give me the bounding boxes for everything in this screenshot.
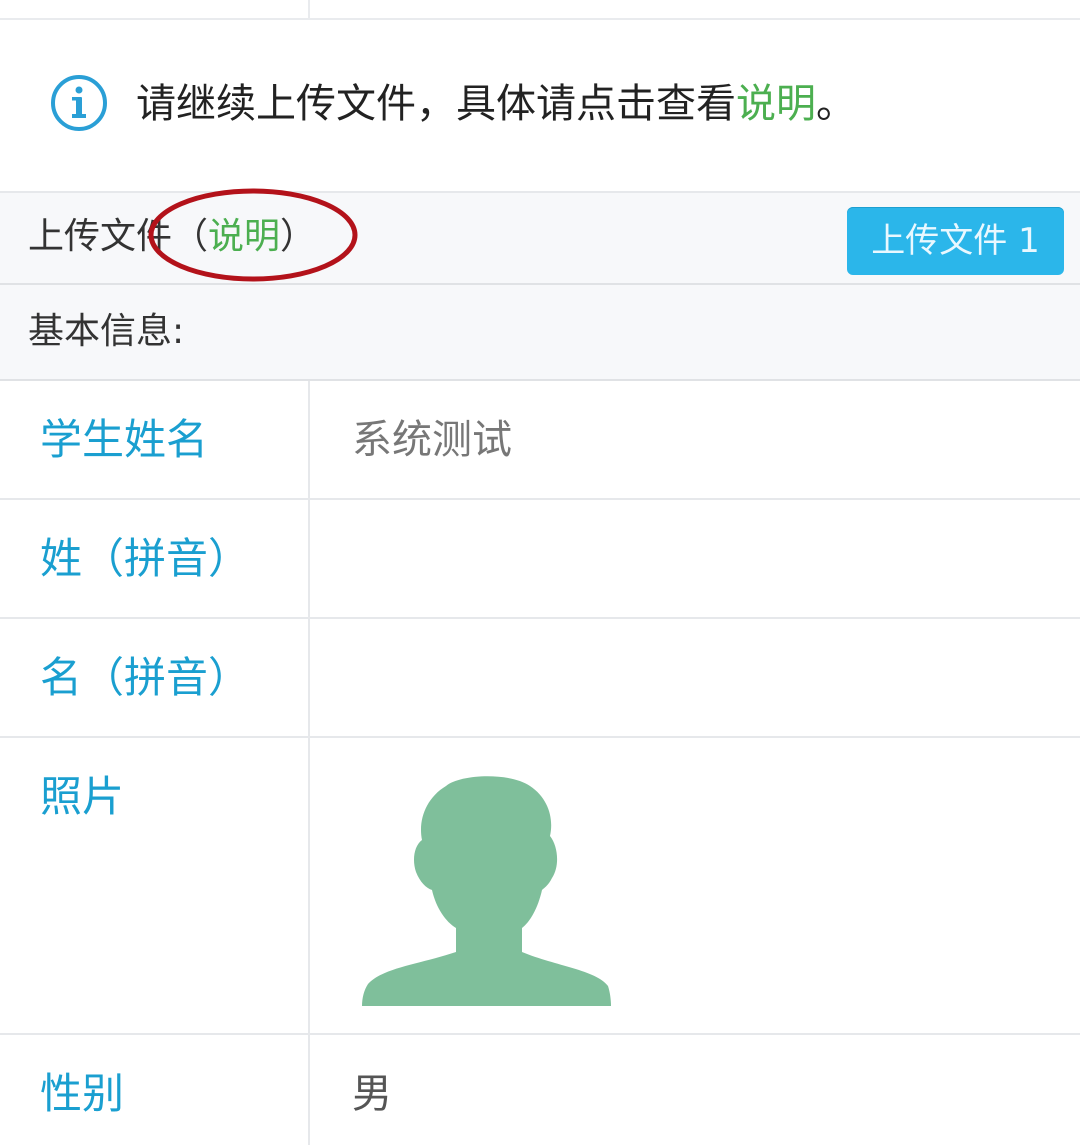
label-cell: 性别 [0, 1035, 310, 1145]
upload-file-label: 上传文件（说明） [28, 211, 316, 263]
section-header-basic-info: 基本信息: [0, 285, 1080, 381]
label-cell: 学生姓名 [0, 381, 310, 498]
previous-row-remnant [0, 0, 1080, 20]
label-cell: 姓（拼音） [0, 500, 310, 617]
field-label-student-name: 学生姓名 [40, 415, 209, 464]
upload-file-button[interactable]: 上传文件 1 [847, 207, 1064, 275]
notice-banner: 请继续上传文件，具体请点击查看说明。 [0, 20, 1080, 191]
label-cell: 名（拼音） [0, 619, 310, 736]
upload-file-row: 上传文件（说明） 上传文件 1 [0, 188, 1080, 285]
paren-close: ） [280, 216, 317, 257]
notice-text-suffix: 。 [816, 81, 856, 127]
field-label-given-name-pinyin: 名（拼音） [40, 653, 251, 702]
upload-instructions-link[interactable]: 说明 [208, 216, 280, 257]
column-divider [308, 0, 310, 18]
notice-text-prefix: 请继续上传文件，具体请点击查看 [136, 81, 736, 127]
section-title: 基本信息: [28, 311, 185, 352]
upload-label-text: 上传文件 [28, 216, 173, 257]
table-row: 照片 [0, 738, 1080, 1035]
field-label-surname-pinyin: 姓（拼音） [40, 534, 251, 583]
field-label-gender: 性别 [40, 1069, 125, 1118]
table-row: 学生姓名 系统测试 [0, 381, 1080, 500]
notice-text: 请继续上传文件，具体请点击查看说明。 [136, 78, 856, 130]
table-row: 名（拼音） [0, 619, 1080, 738]
notice-instructions-link[interactable]: 说明 [736, 81, 816, 127]
student-info-table: 学生姓名 系统测试 姓（拼音） 名（拼音） 照片 性别 男 [0, 381, 1080, 1145]
person-silhouette-icon [362, 776, 611, 1006]
info-icon [51, 75, 107, 131]
paren-open: （ [172, 216, 209, 257]
field-label-photo: 照片 [40, 772, 125, 821]
table-row: 姓（拼音） [0, 500, 1080, 619]
table-row: 性别 男 [0, 1035, 1080, 1145]
field-value-gender: 男 [352, 1071, 392, 1117]
field-value-student-name: 系统测试 [352, 417, 512, 463]
label-cell: 照片 [0, 738, 310, 1033]
